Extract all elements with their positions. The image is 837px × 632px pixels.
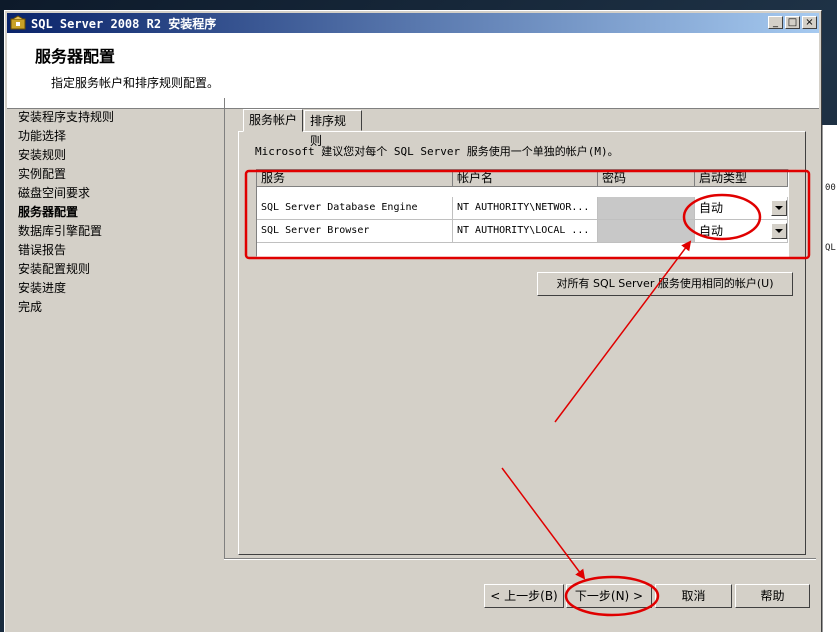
background-text: QL (825, 243, 836, 253)
use-same-account-button[interactable]: 对所有 SQL Server 服务使用相同的帐户(U) (537, 272, 793, 296)
nav-step[interactable]: 安装规则 (18, 146, 218, 165)
close-button[interactable]: × (802, 16, 817, 29)
nav-step[interactable]: 功能选择 (18, 127, 218, 146)
table-row: SQL Server Database Engine NT AUTHORITY\… (257, 197, 788, 220)
next-button[interactable]: 下一步(N) > (566, 584, 652, 608)
wizard-header: 服务器配置 指定服务帐户和排序规则配置。 (7, 33, 819, 109)
password-cell[interactable] (598, 197, 695, 219)
nav-step[interactable]: 安装配置规则 (18, 260, 218, 279)
service-name-cell: SQL Server Database Engine (257, 197, 453, 219)
nav-step[interactable]: 安装进度 (18, 279, 218, 298)
column-header-service[interactable]: 服务 (257, 170, 453, 187)
account-advice-text: Microsoft 建议您对每个 SQL Server 服务使用一个单独的帐户(… (255, 145, 619, 158)
cancel-button[interactable]: 取消 (655, 584, 732, 608)
chevron-down-icon[interactable] (771, 200, 787, 216)
nav-step[interactable]: 数据库引擎配置 (18, 222, 218, 241)
footer-divider (224, 558, 816, 560)
nav-step-active[interactable]: 服务器配置 (18, 203, 218, 222)
help-button[interactable]: 帮助 (735, 584, 810, 608)
nav-step[interactable]: 错误报告 (18, 241, 218, 260)
password-cell[interactable] (598, 220, 695, 242)
tab-service-accounts[interactable]: 服务帐户 (243, 109, 303, 132)
chevron-down-icon[interactable] (771, 223, 787, 239)
account-name-cell[interactable]: NT AUTHORITY\NETWOR... (453, 197, 598, 219)
title-bar[interactable]: SQL Server 2008 R2 安装程序 _ □ × (7, 13, 819, 33)
column-header-password[interactable]: 密码 (598, 170, 695, 187)
table-row: SQL Server Browser NT AUTHORITY\LOCAL ..… (257, 220, 788, 243)
grid-header: 服务 帐户名 密码 启动类型 (257, 170, 788, 187)
nav-divider (224, 98, 225, 558)
wizard-steps-nav: 安装程序支持规则 功能选择 安装规则 实例配置 磁盘空间要求 服务器配置 数据库… (18, 108, 218, 317)
tab-collation[interactable]: 排序规则 (304, 110, 362, 148)
background-text: 00 (825, 183, 836, 193)
column-header-account[interactable]: 帐户名 (453, 170, 598, 187)
column-header-startup-type[interactable]: 启动类型 (695, 170, 788, 187)
sql-server-setup-icon (10, 15, 26, 30)
nav-step[interactable]: 实例配置 (18, 165, 218, 184)
maximize-button[interactable]: □ (785, 16, 800, 29)
nav-step[interactable]: 完成 (18, 298, 218, 317)
page-subtitle: 指定服务帐户和排序规则配置。 (51, 76, 220, 90)
page-title: 服务器配置 (35, 47, 116, 66)
minimize-button[interactable]: _ (768, 16, 783, 29)
nav-step[interactable]: 安装程序支持规则 (18, 108, 218, 127)
account-name-cell[interactable]: NT AUTHORITY\LOCAL ... (453, 220, 598, 242)
back-button[interactable]: < 上一步(B) (484, 584, 564, 608)
nav-step[interactable]: 磁盘空间要求 (18, 184, 218, 203)
background-window-edge: 00 QL (822, 125, 837, 632)
service-accounts-grid: 服务 帐户名 密码 启动类型 SQL Server Database Engin… (256, 169, 789, 257)
service-name-cell: SQL Server Browser (257, 220, 453, 242)
window-title: SQL Server 2008 R2 安装程序 (31, 17, 217, 31)
